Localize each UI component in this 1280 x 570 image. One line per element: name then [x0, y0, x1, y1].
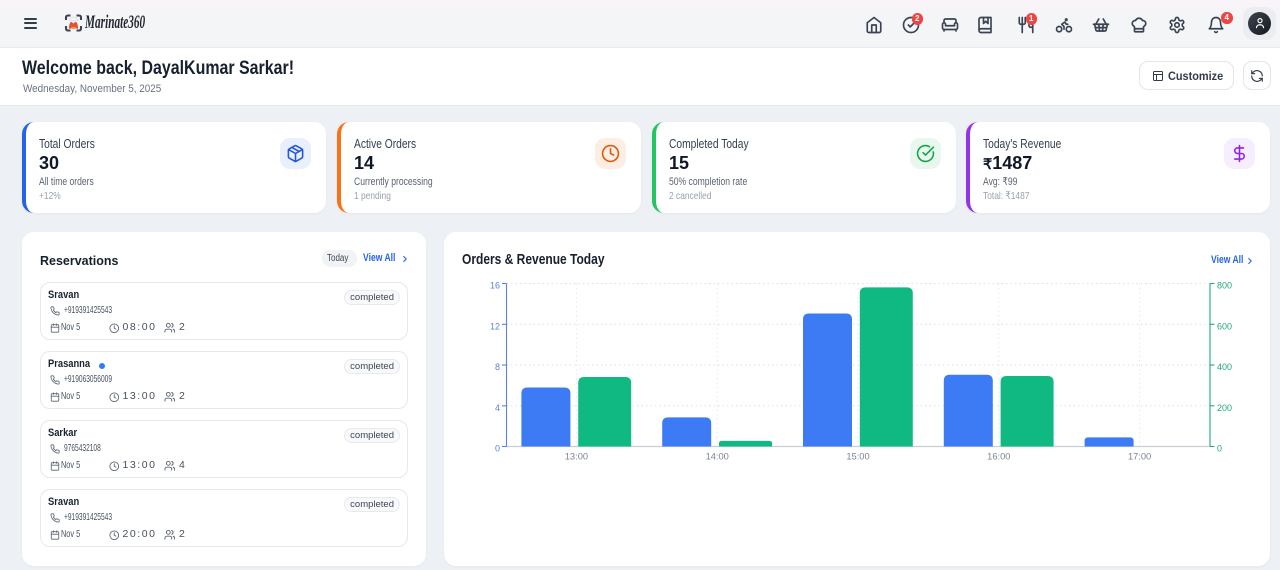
- svg-text:12: 12: [490, 321, 500, 331]
- svg-text:15:00: 15:00: [846, 452, 869, 462]
- svg-text:14:00: 14:00: [706, 452, 729, 462]
- svg-text:16: 16: [490, 281, 500, 291]
- svg-text:16:00: 16:00: [987, 452, 1010, 462]
- svg-text:400: 400: [1217, 362, 1232, 372]
- svg-text:8: 8: [495, 362, 500, 372]
- svg-text:17:00: 17:00: [1128, 452, 1151, 462]
- svg-text:600: 600: [1217, 321, 1232, 331]
- svg-text:0: 0: [495, 444, 500, 454]
- svg-text:0: 0: [1217, 444, 1222, 454]
- svg-text:4: 4: [495, 403, 500, 413]
- svg-text:13:00: 13:00: [565, 452, 588, 462]
- svg-text:200: 200: [1217, 403, 1232, 413]
- svg-text:800: 800: [1217, 281, 1232, 291]
